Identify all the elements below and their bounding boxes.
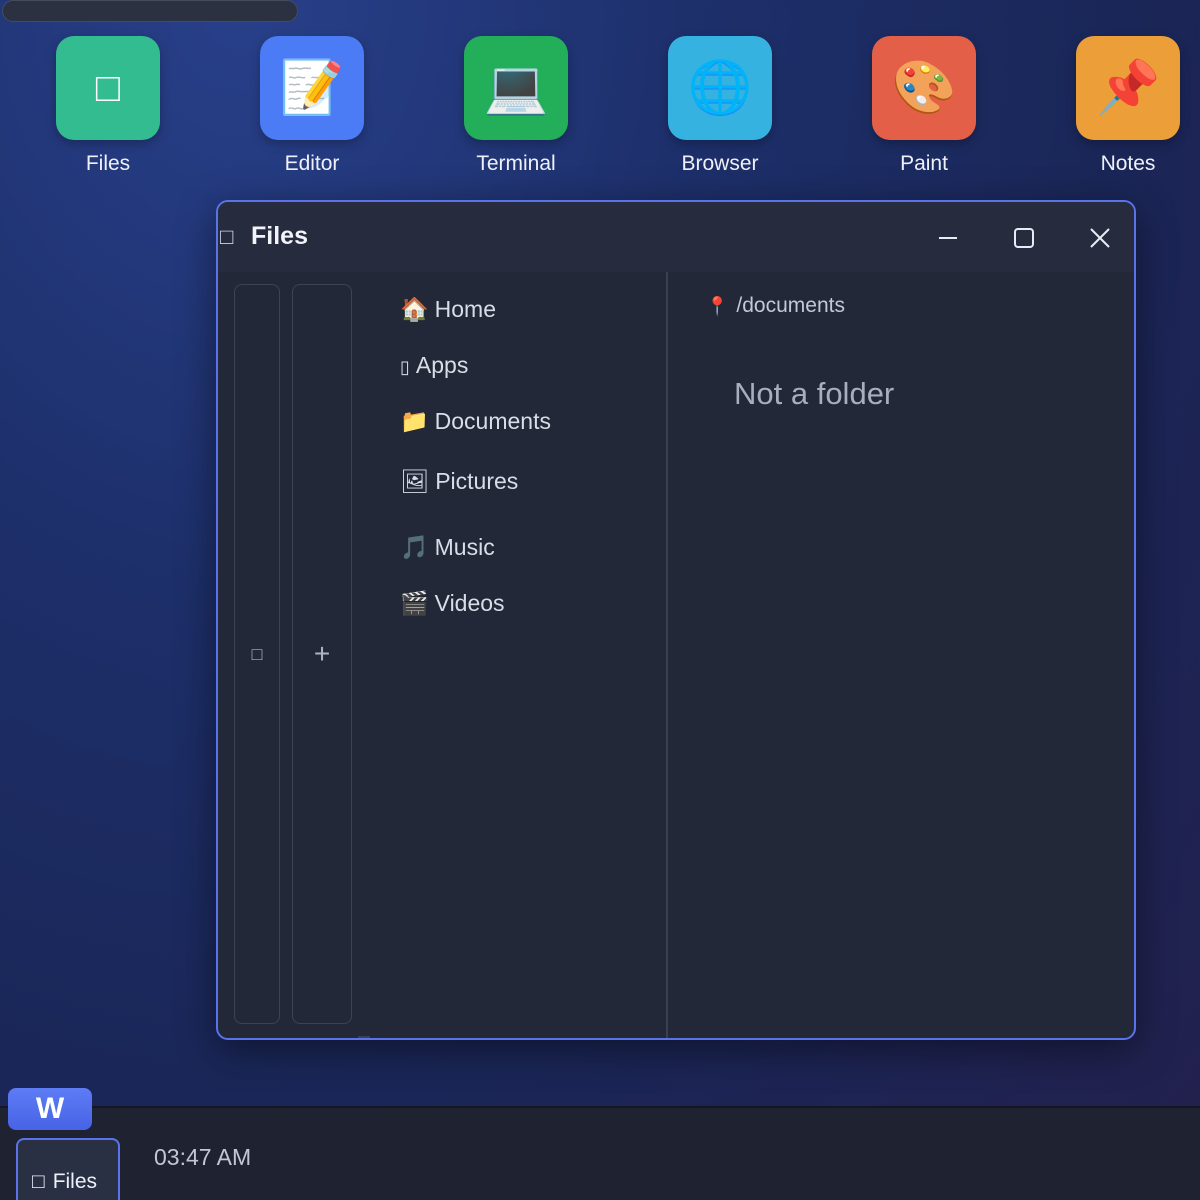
sidebar-bottom-line bbox=[358, 1036, 370, 1038]
minimize-icon bbox=[939, 237, 957, 239]
terminal-app-icon: 💻 bbox=[464, 36, 568, 140]
window-title: Files bbox=[251, 222, 308, 250]
sidebar-item-home[interactable]: 🏠 Home bbox=[400, 296, 496, 323]
desktop-icon-label: Files bbox=[85, 152, 131, 175]
sidebar-item-label: Pictures bbox=[435, 468, 519, 494]
sidebar-item-music[interactable]: 🎵 Music bbox=[400, 534, 495, 561]
music-icon: 🎵 bbox=[400, 534, 429, 560]
maximize-button[interactable] bbox=[1002, 216, 1046, 260]
sidebar-item-label: Videos bbox=[434, 590, 505, 616]
sidebar-item-pictures[interactable]: 🖼 Pictures bbox=[400, 468, 518, 495]
close-icon bbox=[1090, 228, 1110, 248]
start-button[interactable]: W bbox=[8, 1088, 92, 1130]
window-titlebar[interactable]: □ Files bbox=[218, 202, 1134, 272]
search-bar[interactable] bbox=[2, 0, 298, 22]
minimize-button[interactable] bbox=[926, 216, 970, 260]
taskbar-item-files[interactable]: □ Files bbox=[16, 1138, 120, 1200]
plus-icon: + bbox=[313, 638, 331, 669]
sidebar-item-label: Home bbox=[434, 296, 496, 322]
breadcrumb: 📍 /documents bbox=[706, 294, 845, 318]
desktop-icon-files[interactable]: □ Files bbox=[28, 36, 188, 186]
sidebar-collapse-rail[interactable]: □ bbox=[234, 284, 280, 1024]
sidebar-item-label: Documents bbox=[434, 408, 551, 434]
sidebar-item-label: Music bbox=[434, 534, 495, 560]
editor-app-icon: 📝 bbox=[260, 36, 364, 140]
files-app-icon: □ bbox=[56, 36, 160, 140]
apps-icon: ▯ bbox=[400, 357, 410, 377]
empty-state-message: Not a folder bbox=[734, 376, 895, 411]
panel-icon: □ bbox=[251, 643, 263, 664]
browser-app-icon: 🌐 bbox=[668, 36, 772, 140]
desktop-icon-terminal[interactable]: 💻 Terminal bbox=[436, 36, 596, 186]
desktop-icon-label: Terminal bbox=[476, 152, 556, 175]
paint-app-icon: 🎨 bbox=[872, 36, 976, 140]
desktop-icon-editor[interactable]: 📝 Editor bbox=[232, 36, 392, 186]
picture-icon: 🖼 bbox=[400, 468, 430, 494]
desktop-icon-browser[interactable]: 🌐 Browser bbox=[640, 36, 800, 186]
add-location-rail[interactable]: + bbox=[292, 284, 352, 1024]
notes-app-icon: 📌 bbox=[1076, 36, 1180, 140]
sidebar-item-apps[interactable]: ▯ Apps bbox=[400, 352, 468, 379]
files-window: □ Files □ + 🏠 Home ▯ Apps 📁 Documents 🖼 … bbox=[216, 200, 1136, 1040]
clock: 03:47 AM bbox=[154, 1144, 252, 1170]
folder-icon: 📁 bbox=[400, 408, 429, 434]
desktop-icon-label: Browser bbox=[681, 152, 759, 175]
current-path: /documents bbox=[736, 294, 845, 317]
files-icon: □ bbox=[32, 1170, 45, 1193]
files-icon: □ bbox=[220, 224, 234, 249]
home-icon: 🏠 bbox=[400, 296, 429, 322]
clapper-icon: 🎬 bbox=[400, 590, 429, 616]
sidebar-item-videos[interactable]: 🎬 Videos bbox=[400, 590, 505, 617]
desktop-icon-notes[interactable]: 📌 Notes bbox=[1048, 36, 1200, 186]
pin-icon: 📍 bbox=[706, 296, 729, 316]
sidebar-item-label: Apps bbox=[415, 352, 469, 378]
sidebar-item-documents[interactable]: 📁 Documents bbox=[400, 408, 551, 435]
desktop-icon-label: Notes bbox=[1100, 152, 1156, 175]
desktop-icon-label: Paint bbox=[900, 152, 948, 175]
desktop-icon-label: Editor bbox=[284, 152, 340, 175]
maximize-icon bbox=[1014, 228, 1034, 248]
panel-divider[interactable] bbox=[666, 272, 668, 1038]
close-button[interactable] bbox=[1078, 216, 1122, 260]
taskbar-item-label: Files bbox=[52, 1170, 98, 1193]
desktop-icon-paint[interactable]: 🎨 Paint bbox=[844, 36, 1004, 186]
